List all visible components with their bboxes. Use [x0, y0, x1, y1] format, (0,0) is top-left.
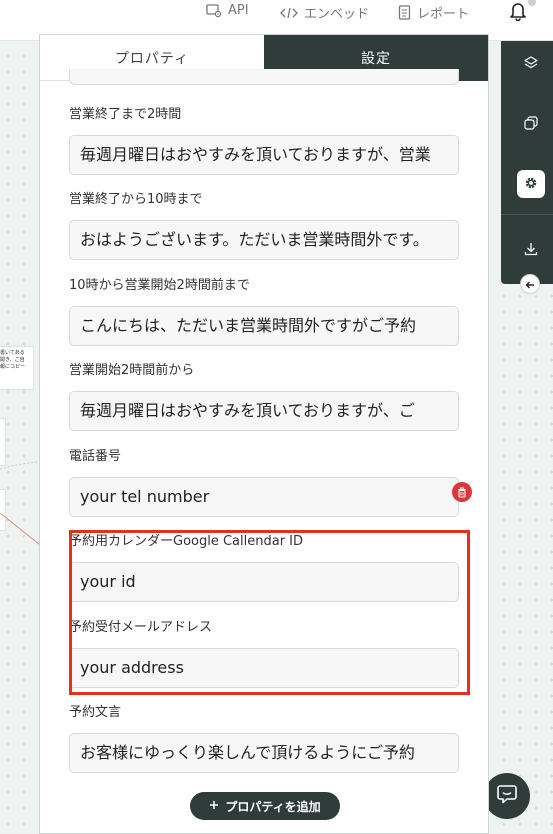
property-field: 営業終了まで2時間 毎週月曜日はおやすみを頂いておりますが、営業	[69, 105, 459, 175]
field-input[interactable]: 毎週月曜日はおやすみを頂いておりますが、営業	[69, 135, 459, 175]
field-input[interactable]: 毎週月曜日はおやすみを頂いておりますが、ご	[69, 391, 459, 431]
property-field: 予約文言 お客様にゆっくり楽しんで頂けるようにご予約	[69, 703, 459, 773]
delete-field-button[interactable]	[452, 482, 472, 502]
canvas-node[interactable]: に書いてある を開き、ご自 情報にコピー り	[0, 346, 34, 390]
field-label: 営業開始2時間前から	[69, 363, 195, 378]
code-icon	[280, 6, 298, 20]
trash-icon	[457, 483, 467, 502]
embed-label: エンベッド	[304, 7, 370, 22]
chat-button[interactable]	[484, 773, 530, 819]
property-field: 営業開始2時間前から 毎週月曜日はおやすみを頂いておりますが、ご	[69, 361, 459, 431]
property-field: 営業終了から10時まで おはようございます。ただいま営業時間外です。	[69, 190, 459, 260]
right-toolbar	[501, 40, 553, 284]
property-field: 電話番号 your tel number	[69, 447, 459, 517]
copy-button[interactable]	[517, 110, 545, 138]
property-field: 10時から営業開始2時間前まで こんにちは、ただいま営業時間外ですがご予約	[69, 276, 459, 346]
field-label: 電話番号	[69, 449, 122, 464]
field-label: 営業終了から10時まで	[69, 192, 203, 207]
field-label: 10時から営業開始2時間前まで	[69, 278, 250, 293]
field-input[interactable]: お客様にゆっくり楽しんで頂けるようにご予約	[69, 733, 459, 773]
canvas-node-text: に書いてある を開き、ご自 情報にコピー り	[0, 350, 26, 377]
add-property-button[interactable]: プロパティを追加	[190, 792, 340, 820]
email-address-input[interactable]: your address	[69, 648, 459, 688]
layers-icon	[524, 55, 538, 74]
tel-number-input[interactable]: your tel number	[69, 477, 459, 517]
field-input[interactable]: おはようございます。ただいま営業時間外です。	[69, 220, 459, 260]
properties-panel: プロパティ 設定 営業終了まで2時間 毎週月曜日はおやすみを頂いておりますが、営…	[39, 34, 489, 834]
report-label: レポート	[417, 7, 470, 22]
toolbar-divider	[501, 214, 553, 215]
collapse-toolbar-button[interactable]	[520, 274, 540, 294]
settings-button[interactable]	[517, 170, 545, 198]
field-input[interactable]: こんにちは、ただいま営業時間外ですがご予約	[69, 306, 459, 346]
download-icon	[524, 241, 538, 260]
chat-icon	[496, 783, 518, 809]
document-icon	[398, 5, 411, 20]
api-gear-icon	[206, 3, 222, 18]
arrow-left-icon	[525, 275, 535, 294]
add-property-label: プロパティを追加	[225, 799, 321, 814]
field-label: 予約受付メールアドレス	[69, 620, 213, 635]
previous-field-input[interactable]	[69, 69, 459, 85]
copy-icon	[524, 115, 538, 134]
embed-link[interactable]: エンベッド	[280, 3, 369, 22]
notification-dot	[528, 0, 536, 6]
field-label: 予約用カレンダーGoogle Callendar ID	[69, 534, 304, 549]
calendar-id-input[interactable]: your id	[69, 562, 459, 602]
plus-icon	[209, 799, 219, 813]
property-field: 予約用カレンダーGoogle Callendar ID your id	[69, 532, 459, 602]
api-link[interactable]: API	[206, 3, 249, 18]
download-button[interactable]	[517, 236, 545, 264]
report-link[interactable]: レポート	[398, 3, 469, 22]
field-label: 予約文言	[69, 705, 122, 720]
field-label: 営業終了まで2時間	[69, 107, 182, 122]
bell-icon[interactable]	[509, 1, 527, 25]
api-label: API	[228, 3, 249, 18]
gear-icon	[524, 175, 538, 194]
property-field: 予約受付メールアドレス your address	[69, 618, 459, 688]
layers-button[interactable]	[517, 50, 545, 78]
